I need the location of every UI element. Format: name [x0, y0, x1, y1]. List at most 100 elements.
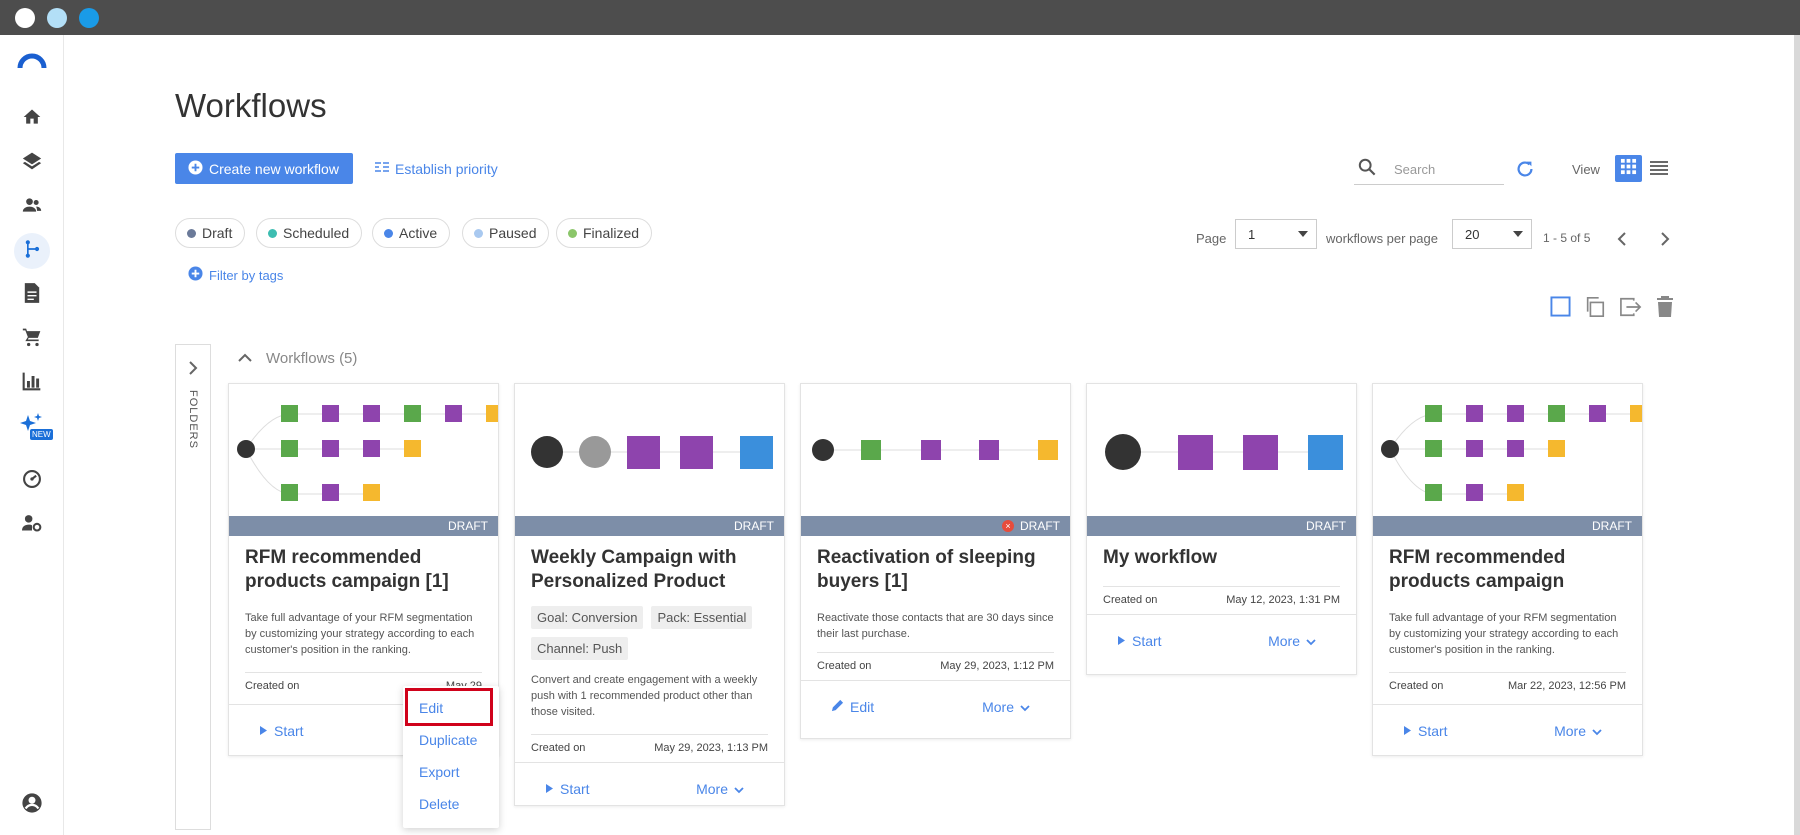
card-title: Reactivation of sleeping buyers [1]: [817, 547, 1036, 592]
export-selected-button[interactable]: [1619, 296, 1643, 323]
created-label: Created on: [245, 680, 300, 692]
start-button[interactable]: Start: [259, 723, 304, 739]
status-badge: DRAFT: [1087, 516, 1356, 536]
filter-chip-scheduled[interactable]: Scheduled: [256, 218, 363, 248]
sidebar-item-campaigns[interactable]: [14, 145, 50, 181]
created-label: Created on: [817, 660, 872, 672]
page-select[interactable]: 1: [1235, 219, 1317, 249]
start-button[interactable]: Start: [1403, 723, 1448, 739]
workflow-thumbnail: [1087, 384, 1356, 516]
chevron-up-icon: [238, 350, 252, 367]
workflows-group-header[interactable]: Workflows (5): [238, 350, 357, 367]
filter-chip-label: Paused: [489, 225, 537, 241]
sidebar-item-account[interactable]: [14, 787, 50, 823]
created-label: Created on: [531, 742, 586, 754]
workflow-card[interactable]: DRAFT My workflow Created on May 12, 202…: [1086, 383, 1357, 675]
dashboard-gauge-icon: [22, 469, 42, 494]
card-description: Take full advantage of your RFM segmenta…: [1389, 612, 1619, 656]
sidebar-item-reports[interactable]: [14, 365, 50, 401]
sidebar-item-workflows[interactable]: [14, 233, 50, 269]
more-label: More: [696, 780, 728, 797]
workflow-thumbnail: [801, 384, 1070, 516]
created-value: Mar 22, 2023, 12:56 PM: [1507, 680, 1626, 692]
status-text: DRAFT: [1020, 519, 1060, 533]
page-title: Workflows: [175, 87, 327, 124]
more-label: More: [982, 698, 1014, 715]
page-scrollbar[interactable]: [1794, 35, 1800, 835]
sidebar-item-user-settings[interactable]: [14, 507, 50, 543]
workflow-diagram: [812, 439, 1058, 461]
folders-panel[interactable]: FOLDERS: [175, 344, 211, 830]
card-title: RFM recommended products campaign [1]: [245, 547, 449, 592]
status-dot: [384, 228, 393, 238]
tag-goal[interactable]: Goal: Conversion: [531, 606, 644, 629]
sidebar-item-contacts[interactable]: [14, 189, 50, 225]
per-page-select[interactable]: 20: [1452, 219, 1532, 249]
status-dot: [187, 228, 196, 238]
more-button[interactable]: More: [1554, 723, 1602, 739]
sidebar-item-dashboard[interactable]: [14, 463, 50, 499]
card-title: RFM recommended products campaign: [1389, 547, 1566, 592]
search-input[interactable]: [1394, 162, 1494, 177]
filter-chip-label: Draft: [202, 225, 233, 241]
menu-item-export[interactable]: Export: [419, 764, 459, 780]
tag-pack[interactable]: Pack: Essential: [651, 606, 753, 629]
filter-chip-active[interactable]: Active: [372, 218, 451, 248]
window-close-dot[interactable]: [15, 8, 35, 28]
sidebar-item-ecommerce[interactable]: [14, 321, 50, 357]
more-button[interactable]: More: [696, 781, 744, 797]
status-text: DRAFT: [1592, 519, 1632, 533]
view-label: View: [1572, 162, 1600, 177]
more-label: More: [1268, 632, 1300, 649]
delete-selected-button[interactable]: [1656, 296, 1674, 323]
sidebar-item-ai[interactable]: NEW: [14, 409, 53, 445]
edit-button[interactable]: Edit: [831, 699, 874, 715]
previous-page-button[interactable]: [1617, 232, 1627, 251]
chevron-right-icon[interactable]: [188, 361, 198, 380]
establish-priority-link[interactable]: Establish priority: [374, 153, 498, 184]
workflow-card[interactable]: × DRAFT Reactivation of sleeping buyers …: [800, 383, 1071, 739]
select-all-checkbox[interactable]: [1550, 296, 1571, 322]
pencil-icon: [831, 699, 844, 715]
workflow-thumbnail: [229, 384, 498, 516]
per-page-select-value: 20: [1465, 226, 1480, 242]
play-icon: [1117, 633, 1126, 649]
filter-chip-label: Active: [399, 225, 438, 241]
filter-by-tags-link[interactable]: Filter by tags: [188, 266, 283, 284]
card-description: Take full advantage of your RFM segmenta…: [245, 612, 475, 656]
list-icon: [1649, 161, 1669, 181]
start-button[interactable]: Start: [545, 781, 590, 797]
filter-chip-paused[interactable]: Paused: [462, 218, 550, 248]
filter-chip-finalized[interactable]: Finalized: [556, 218, 653, 248]
window-maximize-dot[interactable]: [79, 8, 99, 28]
page-select-value: 1: [1248, 226, 1256, 242]
workflow-card[interactable]: DRAFT RFM recommended products campaign …: [1372, 383, 1643, 756]
search-icon: [1358, 158, 1376, 181]
duplicate-selected-button[interactable]: [1584, 296, 1606, 323]
refresh-button[interactable]: [1514, 158, 1536, 185]
sidebar-item-templates[interactable]: [14, 277, 50, 313]
next-page-button[interactable]: [1660, 232, 1670, 251]
grid-view-button[interactable]: [1615, 155, 1642, 182]
card-actions: Start More: [1373, 704, 1642, 756]
chevron-down-icon: [1020, 699, 1030, 715]
filter-chip-draft[interactable]: Draft: [175, 218, 246, 248]
more-button[interactable]: More: [982, 699, 1030, 715]
window-minimize-dot[interactable]: [47, 8, 67, 28]
sidebar-item-home[interactable]: [14, 101, 50, 137]
status-dot: [568, 228, 577, 238]
search-box: [1354, 155, 1504, 185]
card-tags: Goal: Conversion Pack: Essential Channel…: [515, 606, 784, 660]
created-value: May 29, 2023, 1:13 PM: [654, 742, 768, 754]
workflow-card[interactable]: DRAFT Weekly Campaign with Personalized …: [514, 383, 785, 806]
sidebar: NEW: [0, 35, 64, 835]
menu-item-duplicate[interactable]: Duplicate: [419, 732, 477, 748]
tag-channel[interactable]: Channel: Push: [531, 637, 629, 660]
list-view-button[interactable]: [1649, 159, 1669, 182]
create-workflow-button[interactable]: Create new workflow: [175, 153, 353, 184]
menu-item-delete[interactable]: Delete: [419, 796, 459, 812]
more-button[interactable]: More: [1268, 633, 1316, 649]
window-titlebar: [0, 0, 1800, 35]
menu-item-edit[interactable]: Edit: [419, 700, 443, 716]
start-button[interactable]: Start: [1117, 633, 1162, 649]
